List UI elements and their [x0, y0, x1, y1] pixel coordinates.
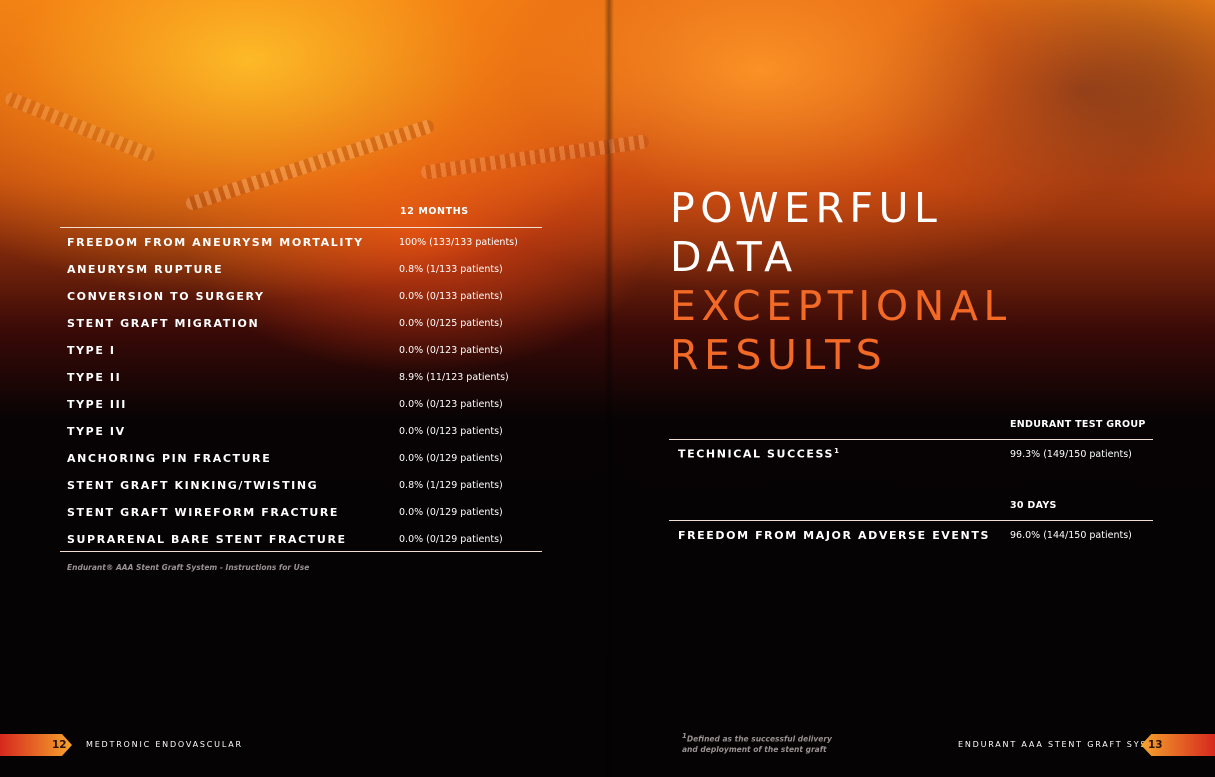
footnote-line-1: Defined as the successful delivery: [686, 734, 832, 744]
row-value: 0.0% (0/133 patients): [399, 291, 503, 302]
table-row: TYPE I 0.0% (0/123 patients): [67, 336, 537, 363]
table-row: TYPE III 0.0% (0/123 patients): [67, 390, 537, 417]
row-value: 0.8% (1/133 patients): [399, 264, 503, 275]
table-bottom-rule: [60, 551, 542, 552]
row-label: STENT GRAFT WIREFORM FRACTURE: [67, 506, 340, 519]
spread-content: 12 MONTHS FREEDOM FROM ANEURYSM MORTALIT…: [0, 0, 1215, 777]
row-value: 0.0% (0/125 patients): [399, 318, 503, 329]
row-value: 0.8% (1/129 patients): [399, 480, 503, 491]
table-row: STENT GRAFT KINKING/TWISTING 0.8% (1/129…: [67, 471, 537, 498]
headline-line-4: RESULTS: [670, 331, 888, 379]
row-value: 0.0% (0/129 patients): [399, 453, 503, 464]
headline-line-3: EXCEPTIONAL: [670, 282, 1012, 330]
row-value: 0.0% (0/129 patients): [399, 534, 503, 545]
row-label: SUPRARENAL BARE STENT FRACTURE: [67, 533, 347, 546]
footnote: 1Defined as the successful delivery and …: [682, 731, 832, 755]
row-value: 100% (133/133 patients): [399, 237, 518, 248]
row-value: 0.0% (0/123 patients): [399, 426, 503, 437]
table-row: CONVERSION TO SURGERY 0.0% (0/133 patien…: [67, 282, 537, 309]
footer-right-text: ENDURANT AAA STENT GRAFT SYSTEM: [958, 740, 1170, 749]
row-label: TYPE I: [67, 344, 116, 357]
column-header-endurant-test-group: ENDURANT TEST GROUP: [1010, 419, 1146, 430]
technical-success-label: TECHNICAL SUCCESS1: [678, 447, 841, 461]
row-label: CONVERSION TO SURGERY: [67, 290, 265, 303]
major-adverse-events-label: FREEDOM FROM MAJOR ADVERSE EVENTS: [678, 529, 990, 542]
column-header-12-months: 12 MONTHS: [400, 206, 469, 217]
row-label: TYPE II: [67, 371, 122, 384]
table-row: ANEURYSM RUPTURE 0.8% (1/133 patients): [67, 255, 537, 282]
column-header-30-days: 30 DAYS: [1010, 500, 1057, 511]
table-row: ANCHORING PIN FRACTURE 0.0% (0/129 patie…: [67, 444, 537, 471]
technical-success-value: 99.3% (149/150 patients): [1010, 449, 1132, 460]
footer-left-text: MEDTRONIC ENDOVASCULAR: [86, 740, 243, 749]
row-label: FREEDOM FROM ANEURYSM MORTALITY: [67, 236, 364, 249]
row-label: TYPE III: [67, 398, 127, 411]
table-rule: [669, 439, 1153, 440]
row-label: ANEURYSM RUPTURE: [67, 263, 224, 276]
page-number-left: 12: [52, 739, 67, 751]
table-row: TYPE II 8.9% (11/123 patients): [67, 363, 537, 390]
table-rule: [669, 520, 1153, 521]
table-row: SUPRARENAL BARE STENT FRACTURE 0.0% (0/1…: [67, 525, 537, 552]
row-value: 0.0% (0/123 patients): [399, 399, 503, 410]
row-label: TYPE IV: [67, 425, 126, 438]
footnote-marker: 1: [834, 447, 841, 455]
headline-line-2: DATA: [670, 233, 798, 281]
table-row: TYPE IV 0.0% (0/123 patients): [67, 417, 537, 444]
row-label: STENT GRAFT MIGRATION: [67, 317, 260, 330]
major-adverse-events-value: 96.0% (144/150 patients): [1010, 530, 1132, 541]
row-label: ANCHORING PIN FRACTURE: [67, 452, 272, 465]
headline-line-1: POWERFUL: [670, 184, 943, 232]
table-row: STENT GRAFT MIGRATION 0.0% (0/125 patien…: [67, 309, 537, 336]
row-value: 0.0% (0/123 patients): [399, 345, 503, 356]
page-number-right: 13: [1148, 739, 1163, 751]
row-label: STENT GRAFT KINKING/TWISTING: [67, 479, 319, 492]
headline: POWERFUL DATA EXCEPTIONAL RESULTS: [670, 184, 1012, 380]
technical-success-text: TECHNICAL SUCCESS: [678, 447, 835, 461]
row-value: 0.0% (0/129 patients): [399, 507, 503, 518]
table-row: STENT GRAFT WIREFORM FRACTURE 0.0% (0/12…: [67, 498, 537, 525]
row-value: 8.9% (11/123 patients): [399, 372, 509, 383]
table-row: FREEDOM FROM ANEURYSM MORTALITY 100% (13…: [67, 228, 537, 255]
source-citation: Endurant® AAA Stent Graft System - Instr…: [67, 563, 310, 572]
footnote-line-2: and deployment of the stent graft: [682, 744, 827, 754]
